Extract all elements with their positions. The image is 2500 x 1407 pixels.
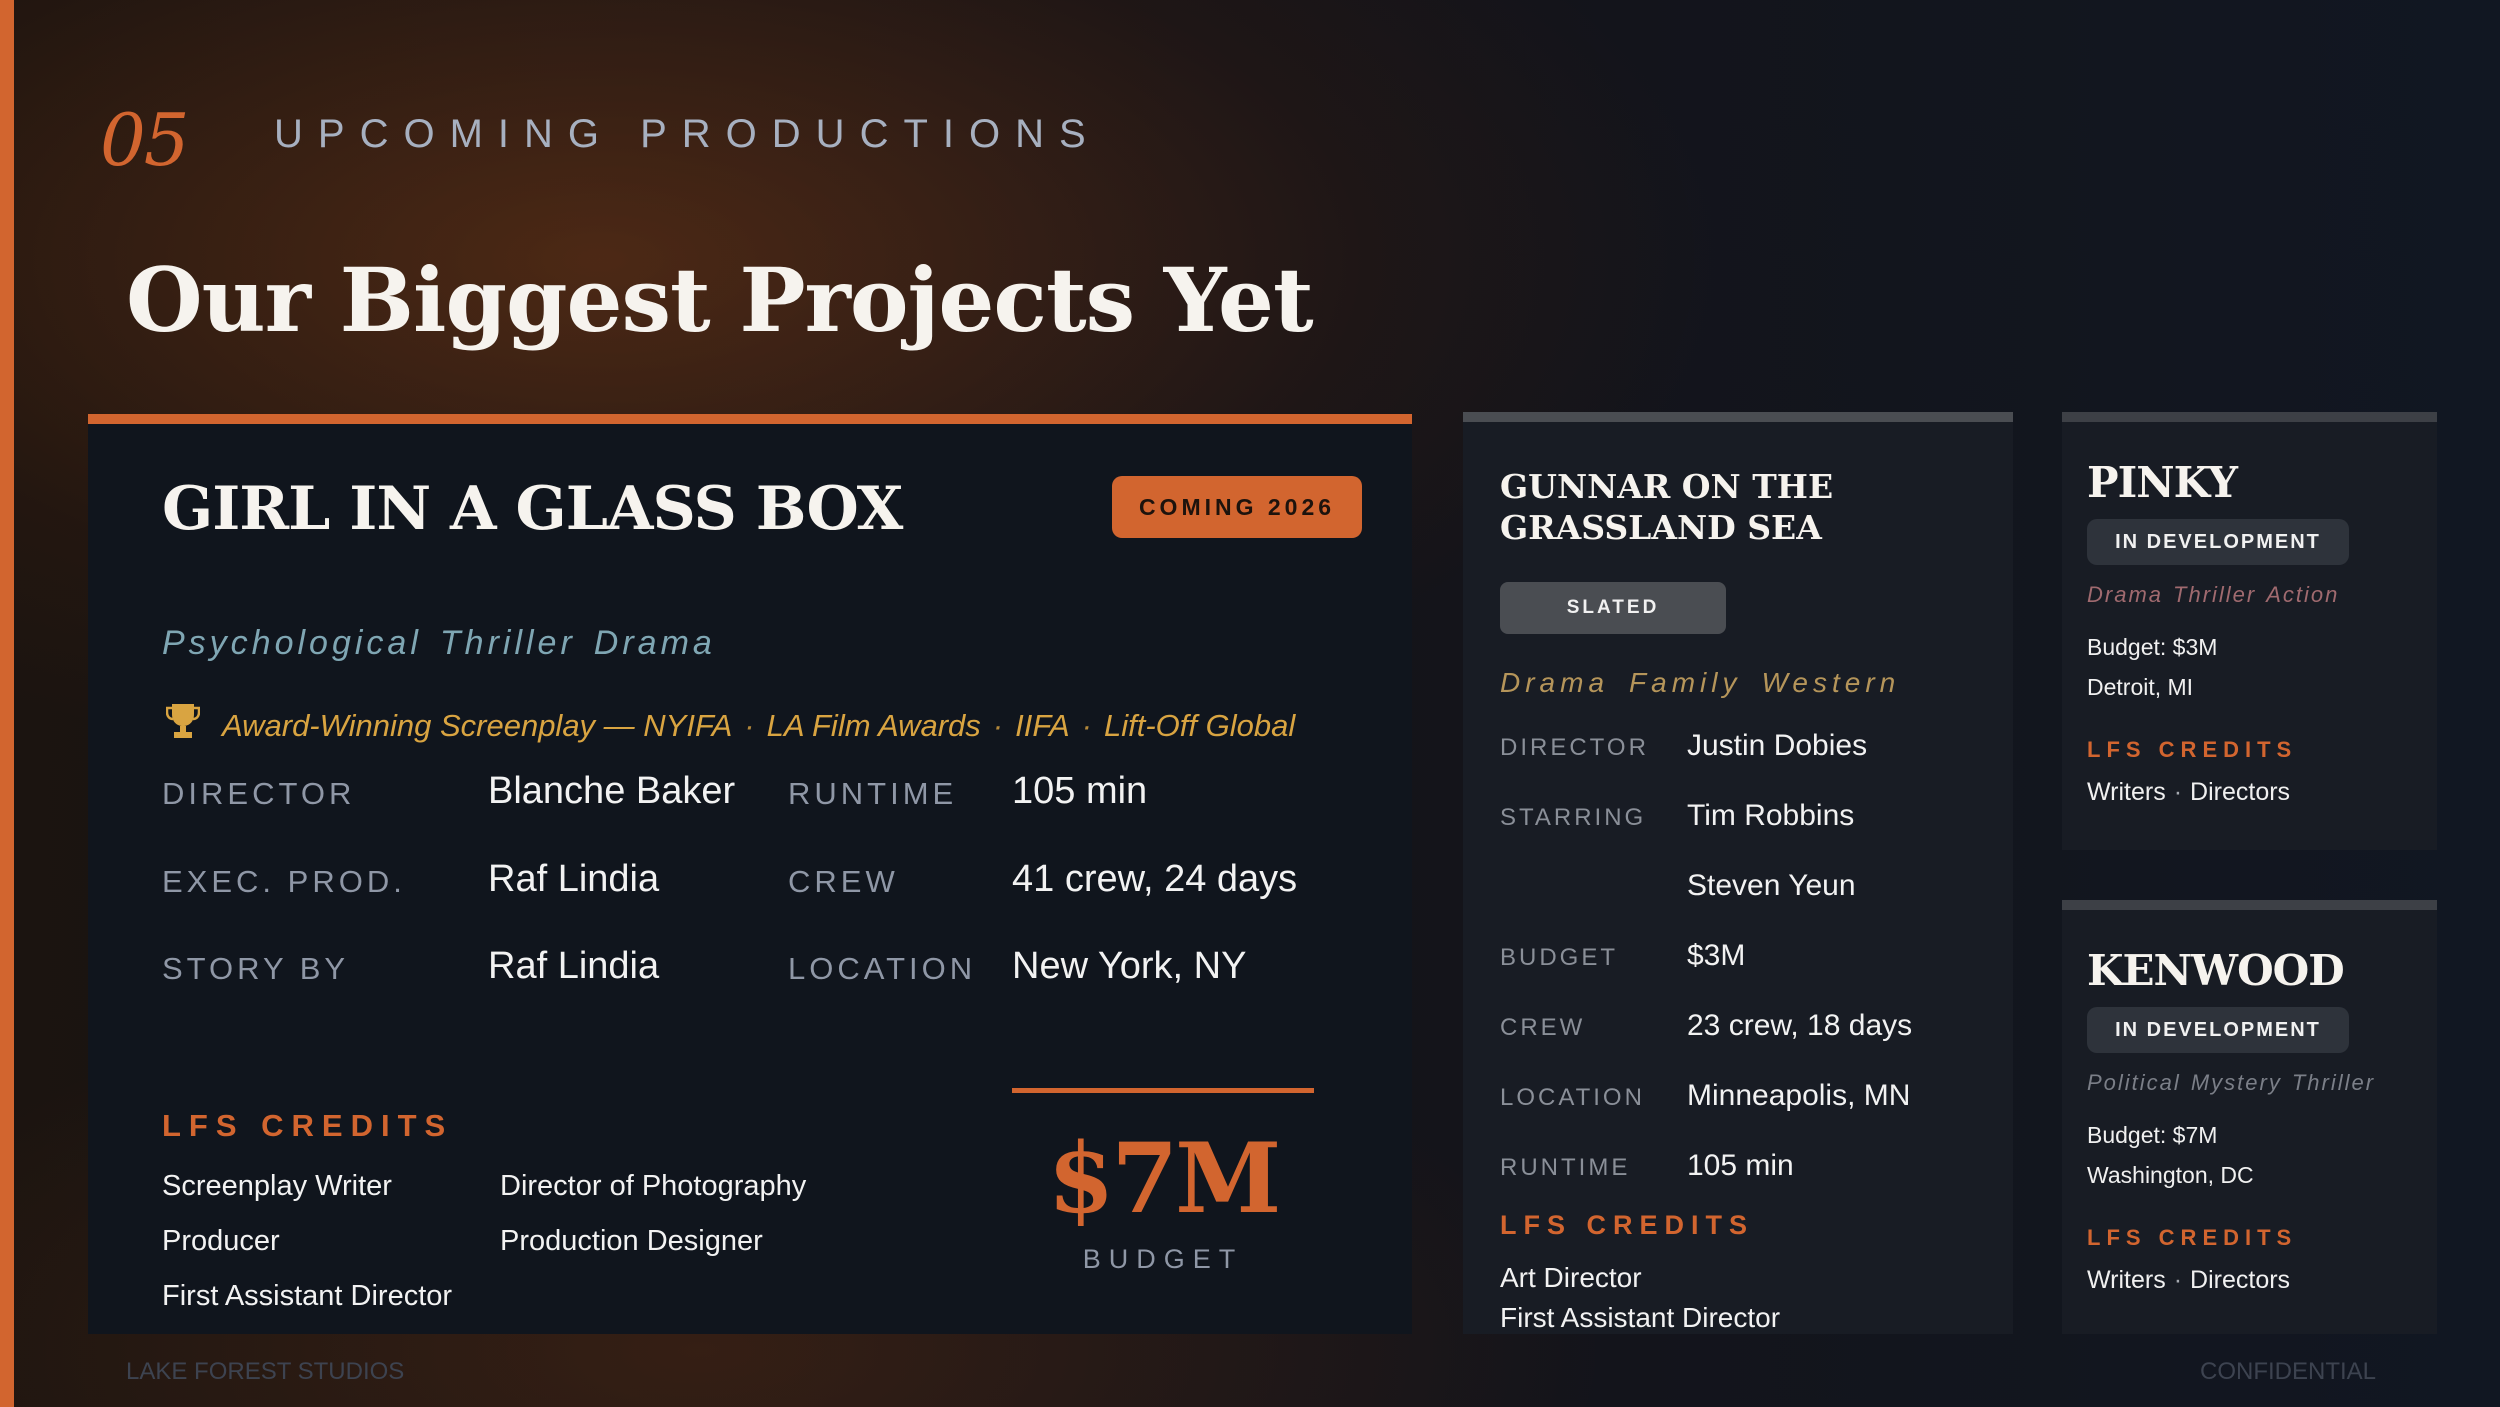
genre-list: Psychological Thriller Drama xyxy=(162,624,734,663)
detail-label-director: DIRECTOR xyxy=(1500,734,1649,761)
budget-text: Budget: $7M xyxy=(2087,1122,2218,1148)
detail-value-crew: 41 crew, 24 days xyxy=(1012,858,1298,900)
credit-item: Director of Photography xyxy=(500,1170,807,1202)
status-badge: IN DEVELOPMENT xyxy=(2087,519,2349,565)
genre-tag: Mystery xyxy=(2190,1070,2282,1095)
credits-heading: LFS CREDITS xyxy=(162,1108,454,1143)
credits-line: Writers · Directors xyxy=(2087,1266,2290,1295)
award-item: LA Film Awards xyxy=(766,707,981,743)
award-item: Lift-Off Global xyxy=(1104,707,1296,743)
detail-label-director: DIRECTOR xyxy=(162,776,356,811)
budget-value: $7M xyxy=(1047,1122,1282,1235)
detail-label-runtime: RUNTIME xyxy=(1500,1154,1631,1181)
detail-value-story-by: Raf Lindia xyxy=(488,945,660,987)
detail-value-runtime: 105 min xyxy=(1687,1149,1794,1182)
location-text: Washington, DC xyxy=(2087,1162,2254,1188)
project-title: GUNNAR ON THE GRASSLAND SEA xyxy=(1500,467,1834,547)
footer-studio-name: LAKE FOREST STUDIOS xyxy=(126,1358,405,1385)
detail-value-crew: 23 crew, 18 days xyxy=(1687,1009,1913,1042)
genre-tag: Drama xyxy=(1500,667,1610,698)
credit-item: First Assistant Director xyxy=(162,1280,453,1312)
award-separator: · xyxy=(992,707,1004,743)
accent-bar xyxy=(0,0,14,1407)
detail-label-location: LOCATION xyxy=(788,951,977,986)
credit-item: First Assistant Director xyxy=(1500,1302,1781,1333)
award-item: Award-Winning Screenplay — NYIFA xyxy=(222,707,733,743)
detail-label-starring: STARRING xyxy=(1500,804,1647,831)
genre-list: Drama Family Western xyxy=(1500,667,1920,699)
credit-item: Writers xyxy=(2087,1266,2166,1294)
genre-tag: Thriller xyxy=(2173,582,2257,607)
credit-separator: · xyxy=(2173,1266,2183,1294)
budget-text: Budget: $3M xyxy=(2087,634,2218,660)
genre-list: Political Mystery Thriller xyxy=(2087,1070,2385,1096)
status-badge: SLATED xyxy=(1500,582,1726,634)
project-card-girl-in-a-glass-box: GIRL IN A GLASS BOX COMING 2026 Psycholo… xyxy=(88,414,1412,1334)
detail-label-budget: BUDGET xyxy=(1500,944,1619,971)
detail-label-runtime: RUNTIME xyxy=(788,776,958,811)
credits-line: Writers · Directors xyxy=(2087,778,2290,807)
detail-value-director: Justin Dobies xyxy=(1687,729,1868,762)
credits-heading: LFS CREDITS xyxy=(2087,1225,2298,1250)
award-separator: · xyxy=(1081,707,1092,743)
project-title: KENWOOD xyxy=(2087,946,2345,995)
credit-item: Directors xyxy=(2190,778,2291,806)
detail-label-crew: CREW xyxy=(1500,1014,1586,1041)
genre-list: Drama Thriller Action xyxy=(2087,582,2349,608)
detail-value-starring: Tim Robbins xyxy=(1687,799,1855,832)
footer-confidential: CONFIDENTIAL xyxy=(2200,1358,2377,1385)
credit-item: Directors xyxy=(2190,1266,2291,1294)
project-title: PINKY xyxy=(2087,458,2238,507)
project-card-kenwood: KENWOOD IN DEVELOPMENT Political Mystery T… xyxy=(2062,900,2437,1334)
detail-label-crew: CREW xyxy=(788,864,899,899)
location-text: Detroit, MI xyxy=(2087,674,2194,700)
detail-value-location: New York, NY xyxy=(1012,945,1247,987)
credits-heading: LFS CREDITS xyxy=(2087,737,2298,762)
status-badge: IN DEVELOPMENT xyxy=(2087,1007,2349,1053)
detail-value-exec-prod: Raf Lindia xyxy=(488,858,660,900)
budget-divider xyxy=(1012,1088,1314,1093)
detail-value-location: Minneapolis, MN xyxy=(1687,1079,1911,1112)
credit-item: Art Director xyxy=(1500,1262,1642,1293)
project-title: GIRL IN A GLASS BOX xyxy=(162,474,903,544)
award-item: IIFA xyxy=(1015,707,1070,743)
awards-line: Award-Winning Screenplay — NYIFA · LA Fi… xyxy=(165,702,1296,749)
genre-tag: Family xyxy=(1629,667,1742,698)
genre-tag: Action xyxy=(2266,582,2340,607)
trophy-icon xyxy=(165,702,201,749)
genre-tag: Drama xyxy=(593,624,716,662)
detail-value-budget: $3M xyxy=(1687,939,1746,972)
project-card-pinky: PINKY IN DEVELOPMENT Drama Thriller Action… xyxy=(2062,412,2437,850)
detail-label-location: LOCATION xyxy=(1500,1084,1645,1111)
genre-tag: Psychological xyxy=(162,624,422,662)
genre-tag: Thriller xyxy=(2291,1070,2376,1095)
credit-separator: · xyxy=(2173,778,2183,806)
budget-label: BUDGET xyxy=(1082,1244,1244,1274)
detail-value-runtime: 105 min xyxy=(1012,770,1148,812)
detail-value-director: Blanche Baker xyxy=(488,770,736,812)
credit-item: Screenplay Writer xyxy=(162,1170,392,1202)
page-title: Our Biggest Projects Yet xyxy=(126,248,1314,352)
detail-label-story-by: STORY BY xyxy=(162,951,350,986)
genre-tag: Political xyxy=(2087,1070,2181,1095)
genre-tag: Western xyxy=(1761,667,1901,698)
award-separator: · xyxy=(744,707,755,743)
section-title: UPCOMING PRODUCTIONS xyxy=(274,112,1101,156)
genre-tag: Thriller xyxy=(439,624,576,662)
detail-value-starring-2: Steven Yeun xyxy=(1687,869,1856,902)
credit-item: Production Designer xyxy=(500,1225,763,1257)
section-number: 05 xyxy=(100,98,190,182)
project-card-gunnar: GUNNAR ON THE GRASSLAND SEA SLATED Drama… xyxy=(1463,412,2013,1334)
genre-tag: Drama xyxy=(2087,582,2164,607)
detail-label-exec-prod: EXEC. PROD. xyxy=(162,864,406,899)
status-badge: COMING 2026 xyxy=(1112,476,1362,538)
credit-item: Producer xyxy=(162,1225,280,1257)
credit-item: Writers xyxy=(2087,778,2166,806)
credits-heading: LFS CREDITS xyxy=(1500,1210,1755,1240)
